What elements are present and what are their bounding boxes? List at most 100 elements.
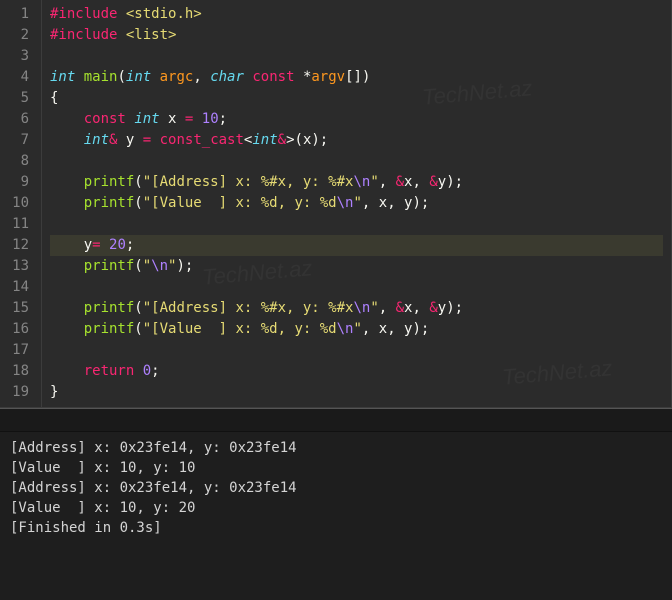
code-line[interactable]: const int x = 10; [50, 109, 663, 130]
code-token: x, [404, 300, 429, 316]
code-token: printf [84, 174, 135, 190]
code-token: #include [50, 27, 117, 43]
code-token: printf [84, 258, 135, 274]
code-line[interactable]: int main(int argc, char const *argv[]) [50, 67, 663, 88]
code-line[interactable]: } [50, 382, 663, 403]
code-token: , x, y); [362, 321, 429, 337]
line-number: 11 [8, 214, 29, 235]
code-token: 20 [109, 237, 126, 253]
code-line[interactable] [50, 46, 663, 67]
code-token: <stdio.h> [126, 6, 202, 22]
code-token [50, 111, 84, 127]
line-number: 7 [8, 130, 29, 151]
code-token: " [143, 258, 151, 274]
line-number: 10 [8, 193, 29, 214]
code-token: y [117, 132, 142, 148]
code-token: & [278, 132, 286, 148]
panel-divider[interactable] [0, 408, 672, 432]
code-line[interactable]: y= 20; [50, 235, 663, 256]
code-token: ); [176, 258, 193, 274]
line-number: 17 [8, 340, 29, 361]
code-token [151, 69, 159, 85]
code-token: int [50, 69, 75, 85]
line-number: 19 [8, 382, 29, 403]
code-line[interactable] [50, 151, 663, 172]
code-line[interactable]: { [50, 88, 663, 109]
code-token: printf [84, 321, 135, 337]
code-token: int [134, 111, 159, 127]
code-token: & [429, 174, 437, 190]
code-token: char [210, 69, 244, 85]
code-token: y [50, 237, 92, 253]
code-token: ; [219, 111, 227, 127]
code-token [117, 27, 125, 43]
line-number: 4 [8, 67, 29, 88]
code-token: "[Value ] x: %d, y: %d [143, 321, 337, 337]
code-line[interactable] [50, 277, 663, 298]
terminal-line: [Finished in 0.3s] [10, 518, 662, 538]
code-token: ( [134, 258, 142, 274]
output-terminal[interactable]: [Address] x: 0x23fe14, y: 0x23fe14[Value… [0, 432, 672, 600]
code-token [50, 300, 84, 316]
terminal-line: [Address] x: 0x23fe14, y: 0x23fe14 [10, 478, 662, 498]
code-token: argc [160, 69, 194, 85]
code-token: \n [337, 195, 354, 211]
code-token: , [193, 69, 210, 85]
code-line[interactable] [50, 214, 663, 235]
code-token: y); [438, 300, 463, 316]
code-token: \n [151, 258, 168, 274]
code-token: <list> [126, 27, 177, 43]
code-token: { [50, 90, 58, 106]
code-area[interactable]: TechNet.az TechNet.az TechNet.az #includ… [42, 0, 671, 407]
code-token: "[Value ] x: %d, y: %d [143, 195, 337, 211]
code-token: & [396, 174, 404, 190]
code-token: , x, y); [362, 195, 429, 211]
code-token: printf [84, 195, 135, 211]
line-number: 3 [8, 46, 29, 67]
code-token: main [84, 69, 118, 85]
code-token: " [370, 174, 378, 190]
code-token: * [295, 69, 312, 85]
code-line[interactable]: printf("[Address] x: %#x, y: %#x\n", &x,… [50, 298, 663, 319]
line-number: 12 [8, 235, 29, 256]
code-line[interactable]: #include <stdio.h> [50, 4, 663, 25]
code-token [50, 174, 84, 190]
code-token: = [92, 237, 100, 253]
code-line[interactable]: printf("[Value ] x: %d, y: %d\n", x, y); [50, 319, 663, 340]
code-token: []) [345, 69, 370, 85]
code-token: y); [438, 174, 463, 190]
code-token: printf [84, 300, 135, 316]
code-line[interactable]: return 0; [50, 361, 663, 382]
code-token: >(x); [286, 132, 328, 148]
line-number: 15 [8, 298, 29, 319]
line-number: 14 [8, 277, 29, 298]
code-token: const_cast [160, 132, 244, 148]
code-token: ( [134, 174, 142, 190]
code-line[interactable]: printf("[Address] x: %#x, y: %#x\n", &x,… [50, 172, 663, 193]
line-number: 1 [8, 4, 29, 25]
code-token: , [379, 300, 396, 316]
code-token [50, 363, 84, 379]
code-editor[interactable]: 12345678910111213141516171819 TechNet.az… [0, 0, 672, 408]
line-number: 2 [8, 25, 29, 46]
code-token: " [353, 321, 361, 337]
code-token: 10 [202, 111, 219, 127]
code-token: ( [134, 321, 142, 337]
code-token: argv [311, 69, 345, 85]
code-token: " [353, 195, 361, 211]
code-token: ( [134, 195, 142, 211]
code-line[interactable]: #include <list> [50, 25, 663, 46]
code-line[interactable] [50, 340, 663, 361]
code-token: = [143, 132, 151, 148]
line-number: 8 [8, 151, 29, 172]
code-token: "[Address] x: %#x, y: %#x [143, 300, 354, 316]
code-token [117, 6, 125, 22]
code-token [50, 132, 84, 148]
code-token: int [126, 69, 151, 85]
code-token [50, 195, 84, 211]
code-line[interactable]: int& y = const_cast<int&>(x); [50, 130, 663, 151]
line-number: 6 [8, 109, 29, 130]
code-line[interactable]: printf("\n"); [50, 256, 663, 277]
code-token: "[Address] x: %#x, y: %#x [143, 174, 354, 190]
code-line[interactable]: printf("[Value ] x: %d, y: %d\n", x, y); [50, 193, 663, 214]
